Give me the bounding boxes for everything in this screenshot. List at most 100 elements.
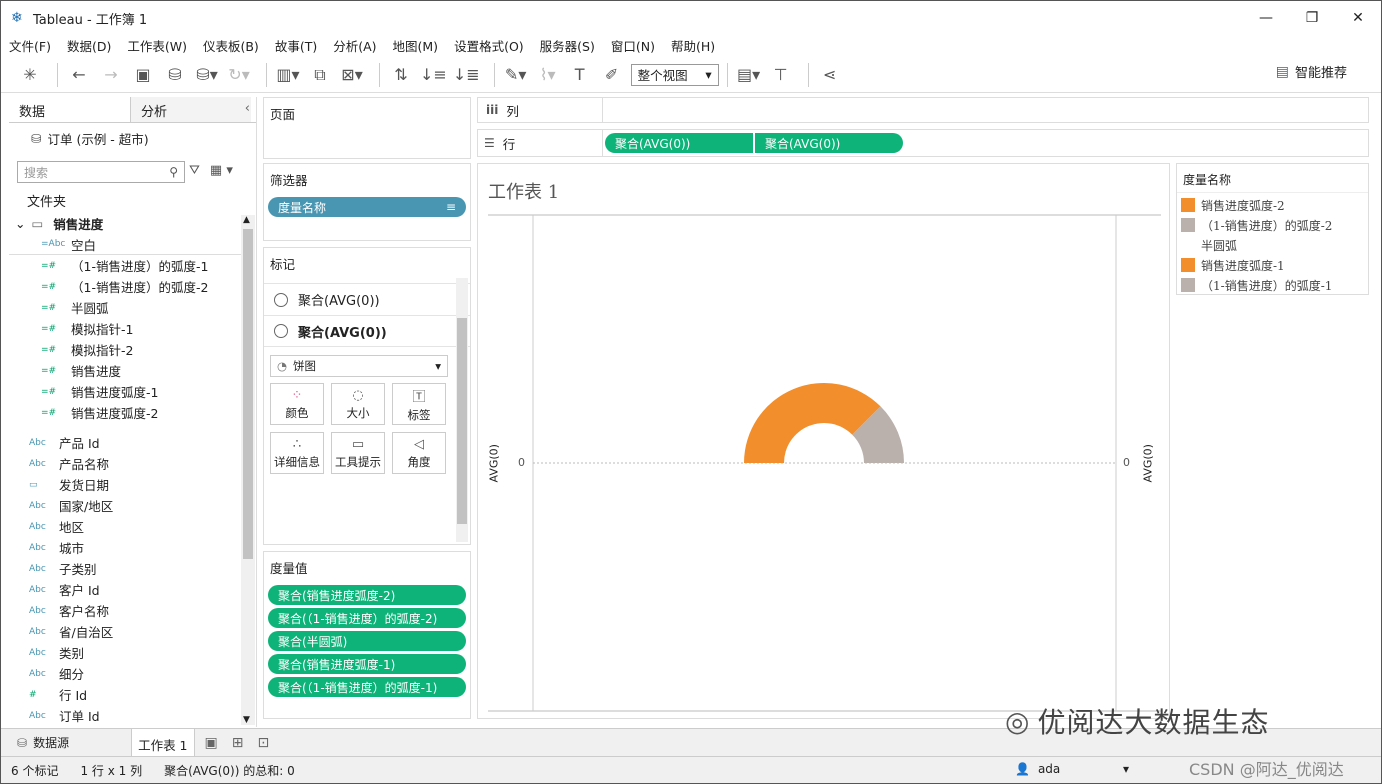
marks-scrollbar[interactable]	[456, 278, 468, 542]
menu-dashboard[interactable]: 仪表板(B)	[203, 36, 259, 55]
clear-sheet-icon[interactable]: ⊠▾	[339, 62, 365, 88]
row-pill-2[interactable]: 聚合(AVG(0))	[755, 133, 903, 153]
share-icon[interactable]: ⋖	[817, 62, 843, 88]
field-item[interactable]: =Abc 空白	[9, 234, 241, 255]
measure-pill[interactable]: 聚合(（1-销售进度）的弧度-2)	[268, 608, 466, 628]
field-item[interactable]: =# 销售进度弧度-1	[9, 381, 241, 402]
new-datasource-icon[interactable]: ⛁	[162, 62, 188, 88]
field-item[interactable]: =# 销售进度弧度-2	[9, 402, 241, 423]
field-item[interactable]: =# （1-销售进度）的弧度-2	[9, 276, 241, 297]
color-legend[interactable]: 度量名称 销售进度弧度-2 （1-销售进度）的弧度-2 半圆弧 销售进度弧度-1 （1-…	[1176, 163, 1369, 295]
scroll-thumb[interactable]	[457, 318, 467, 524]
scroll-down-icon[interactable]: ▼	[243, 715, 250, 725]
show-mark-labels-icon[interactable]: T	[567, 62, 593, 88]
filters-shelf[interactable]: 筛选器 度量名称 ≡	[263, 163, 471, 241]
menu-file[interactable]: 文件(F)	[9, 36, 51, 55]
duplicate-sheet-icon[interactable]: ⧉	[307, 62, 333, 88]
filter-pill-measure-names[interactable]: 度量名称 ≡	[268, 197, 466, 217]
legend-item[interactable]: 销售进度弧度-2	[1177, 195, 1368, 215]
group-members-icon[interactable]: ⌇▾	[535, 62, 561, 88]
field-item[interactable]: ▭ 发货日期	[9, 474, 241, 495]
swap-rows-columns-icon[interactable]: ⇅	[388, 62, 414, 88]
view-options-icon[interactable]: ▦ ▾	[210, 163, 233, 178]
field-item[interactable]: Abc 产品名称	[9, 453, 241, 474]
pie-slice[interactable]	[744, 383, 881, 463]
color-button[interactable]: ⁘ 颜色	[270, 383, 324, 425]
menu-server[interactable]: 服务器(S)	[540, 36, 595, 55]
presentation-mode-icon[interactable]: ⊤	[768, 62, 794, 88]
scroll-thumb[interactable]	[243, 229, 253, 559]
tab-analysis[interactable]: 分析	[130, 97, 251, 122]
field-item[interactable]: Abc 细分	[9, 663, 241, 684]
minimize-button[interactable]: —	[1243, 1, 1289, 35]
field-item[interactable]: Abc 类别	[9, 642, 241, 663]
menu-worksheet[interactable]: 工作表(W)	[127, 36, 187, 55]
marks-row-1[interactable]: 聚合(AVG(0))	[264, 283, 470, 315]
field-item[interactable]: Abc 客户 Id	[9, 579, 241, 600]
highlight-icon[interactable]: ✎▾	[503, 62, 529, 88]
show-me-button[interactable]: ▤ 智能推荐	[1276, 62, 1347, 82]
field-item[interactable]: Abc 国家/地区	[9, 495, 241, 516]
menu-help[interactable]: 帮助(H)	[671, 36, 715, 55]
field-item[interactable]: Abc 产品 Id	[9, 432, 241, 453]
field-item[interactable]: =# （1-销售进度）的弧度-1	[9, 255, 241, 276]
size-button[interactable]: ◌ 大小	[331, 383, 385, 425]
scroll-up-icon[interactable]: ▲	[243, 215, 250, 225]
field-item[interactable]: Abc 子类别	[9, 558, 241, 579]
tab-sheet-1[interactable]: 工作表 1	[131, 728, 195, 757]
mark-type-select[interactable]: ◔ 饼图 ▾	[270, 355, 448, 377]
sort-descending-icon[interactable]: ↓≣	[453, 62, 480, 88]
field-item[interactable]: Abc 客户名称	[9, 600, 241, 621]
new-dashboard-icon[interactable]: ⊞	[232, 735, 244, 751]
field-item[interactable]: Abc 省/自治区	[9, 621, 241, 642]
measure-pill[interactable]: 聚合(（1-销售进度）的弧度-1)	[268, 677, 466, 697]
datasource-item[interactable]: ⛁ 订单 (示例 - 超市)	[9, 123, 256, 149]
maximize-button[interactable]: ❐	[1289, 1, 1335, 35]
measure-values-shelf[interactable]: 度量值 聚合(销售进度弧度-2) 聚合(（1-销售进度）的弧度-2) 聚合(半圆…	[263, 551, 471, 719]
menu-analysis[interactable]: 分析(A)	[333, 36, 376, 55]
measure-pill[interactable]: 聚合(销售进度弧度-1)	[268, 654, 466, 674]
tableau-home-icon[interactable]: ✳	[17, 62, 43, 88]
rows-shelf[interactable]: ☰ 行 聚合(AVG(0)) 聚合(AVG(0))	[477, 129, 1369, 157]
data-pane-scrollbar[interactable]: ▲ ▼	[241, 215, 255, 725]
field-item[interactable]: =# 半圆弧	[9, 297, 241, 318]
measure-pill[interactable]: 聚合(销售进度弧度-2)	[268, 585, 466, 605]
legend-item[interactable]: 销售进度弧度-1	[1177, 255, 1368, 275]
legend-item[interactable]: 半圆弧	[1177, 235, 1368, 255]
field-item[interactable]: =# 销售进度	[9, 360, 241, 381]
measure-pill[interactable]: 聚合(半圆弧)	[268, 631, 466, 651]
menu-data[interactable]: 数据(D)	[67, 36, 111, 55]
redo-icon[interactable]: →	[98, 62, 124, 88]
new-worksheet-icon[interactable]: ▣	[205, 735, 218, 751]
collapse-pane-icon[interactable]: ‹	[245, 101, 250, 116]
close-button[interactable]: ✕	[1335, 1, 1381, 35]
pause-updates-icon[interactable]: ⛁▾	[194, 62, 220, 88]
field-item[interactable]: Abc 订单 Id	[9, 705, 241, 726]
undo-icon[interactable]: ←	[66, 62, 92, 88]
tab-data[interactable]: 数据	[9, 97, 130, 122]
menu-story[interactable]: 故事(T)	[275, 36, 317, 55]
user-menu[interactable]: 👤 ada ▾	[1009, 759, 1135, 779]
field-item[interactable]: =# 模拟指针-2	[9, 339, 241, 360]
refresh-icon[interactable]: ↻▾	[226, 62, 252, 88]
row-pill-1[interactable]: 聚合(AVG(0))	[605, 133, 753, 153]
menu-format[interactable]: 设置格式(O)	[454, 36, 524, 55]
worksheet-view[interactable]: 工作表 1 AVG(0) 0 AVG(0) 0	[477, 163, 1170, 719]
angle-button[interactable]: ◁ 角度	[392, 432, 446, 474]
fit-view-select[interactable]: 整个视图 ▾	[630, 63, 719, 86]
columns-shelf[interactable]: iii 列	[477, 97, 1369, 123]
legend-item[interactable]: （1-销售进度）的弧度-1	[1177, 275, 1368, 295]
tooltip-button[interactable]: ▭ 工具提示	[331, 432, 385, 474]
label-button[interactable]: 🅃 标签	[392, 383, 446, 425]
legend-item[interactable]: （1-销售进度）的弧度-2	[1177, 215, 1368, 235]
tab-datasource[interactable]: ⛁ 数据源	[1, 729, 81, 757]
new-story-icon[interactable]: ⊡	[257, 735, 269, 751]
field-item[interactable]: =# 模拟指针-1	[9, 318, 241, 339]
fix-axes-icon[interactable]: ✐	[599, 62, 625, 88]
detail-button[interactable]: ∴ 详细信息	[270, 432, 324, 474]
pages-shelf[interactable]: 页面	[263, 97, 471, 159]
marks-row-2[interactable]: 聚合(AVG(0))	[264, 315, 470, 347]
sort-ascending-icon[interactable]: ↓≡	[420, 62, 447, 88]
menu-map[interactable]: 地图(M)	[393, 36, 439, 55]
folder-sales-progress[interactable]: ⌄ ▭ 销售进度	[9, 213, 241, 234]
